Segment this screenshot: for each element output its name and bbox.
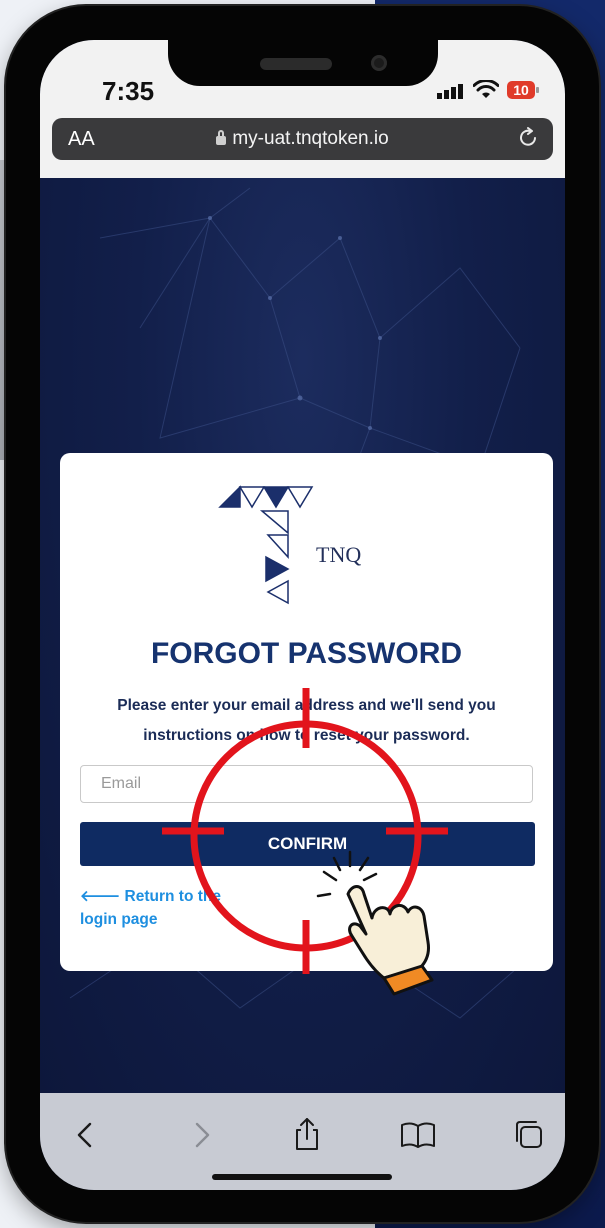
wifi-icon: [473, 80, 499, 98]
status-icons: 10: [437, 80, 539, 100]
signal-icon: [437, 81, 465, 99]
share-icon[interactable]: [287, 1115, 327, 1155]
lock-icon: [216, 130, 227, 145]
chevron-left-icon[interactable]: [66, 1115, 106, 1155]
email-field[interactable]: [80, 765, 533, 803]
return-to-login-link[interactable]: 🡐 Return to the login page: [80, 885, 260, 931]
tnq-logo: [218, 485, 314, 605]
url-display[interactable]: my-uat.tnqtoken.io: [52, 128, 553, 150]
url-text: my-uat.tnqtoken.io: [232, 128, 389, 149]
phone-screen: 7:35 10 AA my-uat.tnqtoken.io TNQ FORGOT…: [40, 40, 565, 1190]
book-icon[interactable]: [398, 1115, 438, 1155]
web-page: TNQ FORGOT PASSWORD Please enter your em…: [40, 178, 565, 1093]
phone-notch: [168, 40, 438, 86]
battery-icon: 10: [507, 81, 539, 99]
status-time: 7:35: [102, 76, 155, 106]
speaker-grille: [260, 58, 332, 70]
page-title: FORGOT PASSWORD: [150, 637, 463, 670]
front-camera: [371, 55, 387, 71]
chevron-right-icon[interactable]: [181, 1115, 221, 1155]
browser-address-area: AA my-uat.tnqtoken.io: [40, 104, 565, 178]
home-indicator: [212, 1174, 392, 1180]
tabs-icon[interactable]: [510, 1115, 550, 1155]
phone-frame: 7:35 10 AA my-uat.tnqtoken.io TNQ FORGOT…: [6, 6, 599, 1222]
forgot-password-card: TNQ FORGOT PASSWORD Please enter your em…: [60, 453, 553, 971]
logo-text: TNQ: [316, 542, 362, 567]
confirm-button[interactable]: CONFIRM: [80, 822, 535, 866]
address-bar[interactable]: AA my-uat.tnqtoken.io: [52, 118, 553, 160]
reload-icon[interactable]: [517, 126, 539, 148]
instructions-text: Please enter your email address and we'l…: [117, 697, 496, 744]
arrow-left-icon: 🡐: [80, 888, 121, 905]
